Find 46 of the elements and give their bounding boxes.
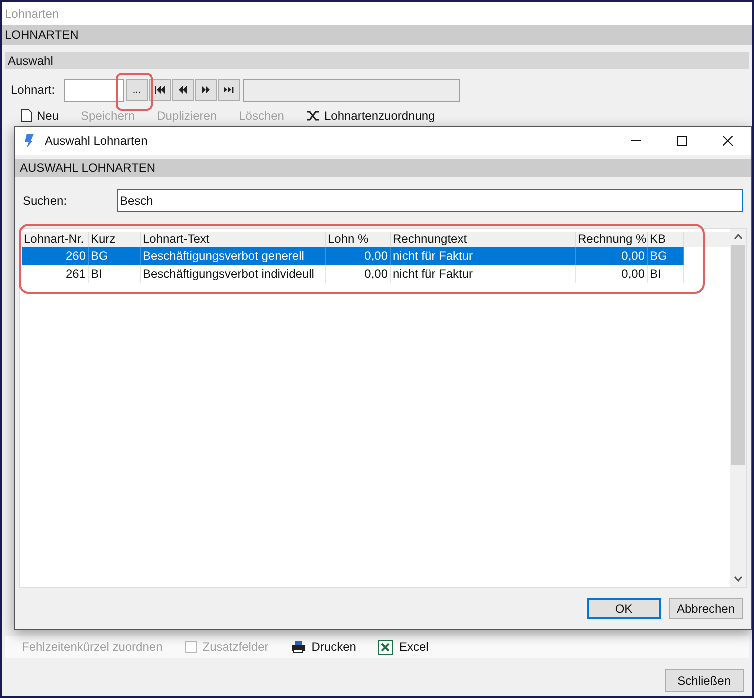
table-cell: Beschäftigungsverbot individeull <box>141 265 326 283</box>
toolbar-button[interactable]: Drucken <box>290 638 356 656</box>
table-cell: 0,00 <box>576 265 648 283</box>
scroll-up-icon <box>734 234 742 240</box>
table-cell: 0,00 <box>326 265 391 283</box>
shuffle-icon <box>306 110 320 122</box>
maximize-icon <box>677 136 687 146</box>
toolbar-button[interactable]: Lohnartenzuordnung <box>306 107 436 125</box>
search-label: Suchen: <box>23 192 68 210</box>
printer-icon <box>290 640 306 654</box>
dialog-title: Auswahl Lohnarten <box>45 133 148 150</box>
table-cell: BI <box>648 265 684 283</box>
scroll-down-icon <box>734 576 742 582</box>
dialog-button[interactable]: OK <box>587 598 661 619</box>
toolbar-button[interactable]: Excel <box>378 638 429 656</box>
app-logo-icon <box>23 133 35 149</box>
checkbox-icon <box>184 641 197 653</box>
last-icon <box>223 84 235 96</box>
dialog-button[interactable]: Abbrechen <box>669 598 743 619</box>
spreadsheet-icon <box>378 640 394 654</box>
section-header: LOHNARTEN <box>2 25 752 45</box>
table-cell: nicht für Faktur <box>391 265 576 283</box>
navigation-button[interactable] <box>218 79 240 101</box>
section-header: AUSWAHL LOHNARTEN <box>15 159 751 177</box>
lohnart-field[interactable] <box>64 78 124 102</box>
highlight-outline <box>116 73 153 111</box>
table-cell: BI <box>89 265 141 283</box>
scrollbar[interactable] <box>730 229 746 587</box>
close-window-button[interactable]: Schließen <box>664 669 744 692</box>
previous-icon <box>177 84 189 96</box>
browse-button[interactable]: ... <box>126 79 148 101</box>
window-title: Lohnarten <box>5 6 60 22</box>
navigation-button[interactable] <box>149 79 171 101</box>
document-icon <box>21 109 33 123</box>
search-field[interactable]: Besch <box>117 189 743 212</box>
table-row[interactable]: 260 BG Beschäftigungsverbot generell 0,00 nicht für Faktur 0,00 BG <box>22 247 684 265</box>
close-icon <box>723 136 733 146</box>
first-icon <box>154 84 166 96</box>
toolbar-button[interactable]: Neu <box>21 107 60 125</box>
section-header: Auswahl <box>5 52 749 69</box>
table-cell: 261 <box>22 265 89 283</box>
next-icon <box>200 84 212 96</box>
navigation-button[interactable] <box>172 79 194 101</box>
scroll-thumb[interactable] <box>731 245 745 465</box>
navigation-button[interactable] <box>195 79 217 101</box>
field-label: Lohnart: <box>11 82 56 99</box>
